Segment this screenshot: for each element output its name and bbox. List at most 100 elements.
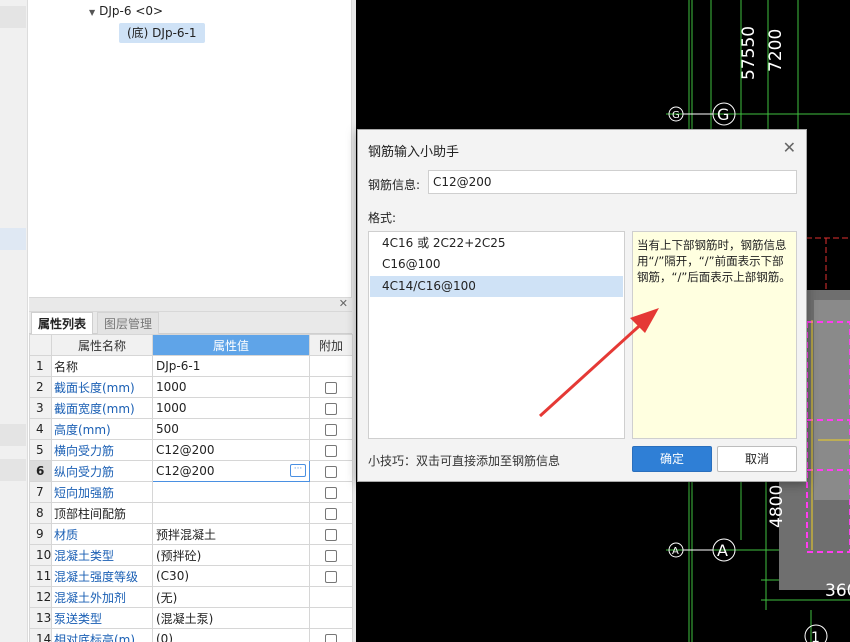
extra-cell xyxy=(309,523,353,545)
format-item-selected[interactable]: 4C14/C16@100 xyxy=(370,276,623,297)
property-value[interactable]: 1000 xyxy=(152,397,310,419)
property-value[interactable]: 预拌混凝土 xyxy=(152,523,310,545)
property-value-text: C12@200 xyxy=(156,464,215,478)
column-header-extra[interactable]: 附加 xyxy=(309,334,353,356)
property-value[interactable]: (0) xyxy=(152,628,310,642)
property-value[interactable]: C12@200 ··· xyxy=(152,460,310,482)
row-index: 2 xyxy=(29,376,52,398)
property-value[interactable]: C12@200 xyxy=(152,439,310,461)
property-panel: ✕ 属性列表 图层管理 属性名称 属性值 附加 1 名称 DJp-6-1 2 截面长度(… xyxy=(29,297,353,642)
format-list[interactable]: 4C16 或 2C22+2C25 C16@100 4C14/C16@100 xyxy=(368,231,625,439)
extra-checkbox[interactable] xyxy=(325,423,337,436)
row-index: 3 xyxy=(29,397,52,419)
row-index: 4 xyxy=(29,418,52,440)
extra-checkbox[interactable] xyxy=(325,444,337,457)
row-index: 7 xyxy=(29,481,52,503)
extra-checkbox[interactable] xyxy=(325,528,337,541)
row-index: 1 xyxy=(29,355,52,377)
extra-checkbox[interactable] xyxy=(325,570,337,583)
property-name: 截面宽度(mm) xyxy=(51,397,153,419)
extra-checkbox[interactable] xyxy=(325,402,337,415)
ok-button[interactable]: 确定 xyxy=(632,446,712,472)
ellipsis-icon[interactable]: ··· xyxy=(290,464,306,477)
property-name: 纵向受力筋 xyxy=(51,460,153,482)
dim-label-7200: 7200 xyxy=(766,29,786,72)
property-value[interactable]: (无) xyxy=(152,586,310,608)
panel-close-icon[interactable]: ✕ xyxy=(339,297,348,310)
extra-cell xyxy=(309,460,353,482)
property-row[interactable]: 9 材质 预拌混凝土 xyxy=(29,523,353,545)
axis-label-1: 1 xyxy=(811,630,820,642)
property-value-text: (无) xyxy=(156,590,178,605)
property-row[interactable]: 10 混凝土类型 (预拌砼) xyxy=(29,544,353,566)
extra-checkbox[interactable] xyxy=(325,549,337,562)
rebar-info-input[interactable] xyxy=(428,170,797,194)
expand-caret-icon[interactable]: ▼ xyxy=(89,4,95,22)
property-row[interactable]: 12 混凝土外加剂 (无) xyxy=(29,586,353,608)
row-index: 10 xyxy=(29,544,52,566)
extra-cell xyxy=(309,376,353,398)
extra-checkbox[interactable] xyxy=(325,381,337,394)
property-row[interactable]: 5 横向受力筋 C12@200 xyxy=(29,439,353,461)
row-index: 5 xyxy=(29,439,52,461)
extra-checkbox[interactable] xyxy=(325,507,337,520)
dim-label-4800: 4800 xyxy=(767,485,787,528)
property-row[interactable]: 13 泵送类型 (混凝土泵) xyxy=(29,607,353,629)
strip-block-selected[interactable] xyxy=(0,228,26,250)
property-value[interactable] xyxy=(152,502,310,524)
close-icon[interactable]: ✕ xyxy=(783,138,796,157)
property-value-text: (0) xyxy=(156,632,173,642)
property-name: 短向加强筋 xyxy=(51,481,153,503)
column-header-value[interactable]: 属性值 xyxy=(152,334,310,356)
strip-block xyxy=(0,459,26,481)
property-value-text: (预拌砼) xyxy=(156,548,202,563)
row-index: 12 xyxy=(29,586,52,608)
tree-leaf-djp6-1[interactable]: (底) DJp-6-1 xyxy=(119,23,205,43)
property-value[interactable]: (预拌砼) xyxy=(152,544,310,566)
left-toolstrip xyxy=(0,0,28,642)
property-row[interactable]: 7 短向加强筋 xyxy=(29,481,353,503)
property-value[interactable]: 500 xyxy=(152,418,310,440)
axis-label-g: G xyxy=(717,105,729,124)
property-value[interactable]: DJp-6-1 xyxy=(152,355,310,377)
extra-checkbox[interactable] xyxy=(325,486,337,499)
property-row[interactable]: 6 纵向受力筋 C12@200 ··· xyxy=(29,460,353,482)
extra-cell xyxy=(309,565,353,587)
row-index: 9 xyxy=(29,523,52,545)
property-name: 横向受力筋 xyxy=(51,439,153,461)
tab-property-list[interactable]: 属性列表 xyxy=(31,312,94,334)
tree-node-djp6[interactable]: ▼ DJp-6 <0> xyxy=(89,2,163,20)
property-value[interactable]: (混凝土泵) xyxy=(152,607,310,629)
property-name: 混凝土类型 xyxy=(51,544,153,566)
cancel-button[interactable]: 取消 xyxy=(717,446,797,472)
property-name: 名称 xyxy=(51,355,153,377)
property-name: 混凝土外加剂 xyxy=(51,586,153,608)
property-name: 高度(mm) xyxy=(51,418,153,440)
extra-cell xyxy=(309,586,353,608)
property-row[interactable]: 14 相对底标高(m) (0) xyxy=(29,628,353,642)
axis-label-g-small: G xyxy=(672,110,680,121)
panel-tabs: 属性列表 图层管理 xyxy=(29,312,352,334)
tab-layer-management[interactable]: 图层管理 xyxy=(97,312,160,334)
property-row[interactable]: 4 高度(mm) 500 xyxy=(29,418,353,440)
column-header-name[interactable]: 属性名称 xyxy=(51,334,153,356)
format-item[interactable]: 4C16 或 2C22+2C25 xyxy=(370,233,623,254)
property-row[interactable]: 8 顶部柱间配筋 xyxy=(29,502,353,524)
extra-checkbox[interactable] xyxy=(325,465,337,478)
property-row[interactable]: 3 截面宽度(mm) 1000 xyxy=(29,397,353,419)
property-row[interactable]: 2 截面长度(mm) 1000 xyxy=(29,376,353,398)
extra-cell xyxy=(309,418,353,440)
property-row[interactable]: 11 混凝土强度等级 (C30) xyxy=(29,565,353,587)
property-value[interactable] xyxy=(152,481,310,503)
format-item[interactable]: C16@100 xyxy=(370,254,623,275)
property-name: 材质 xyxy=(51,523,153,545)
tip-hint-text: 小技巧：双击可直接添加至钢筋信息 xyxy=(368,454,561,468)
property-row[interactable]: 1 名称 DJp-6-1 xyxy=(29,355,353,377)
property-value[interactable]: (C30) xyxy=(152,565,310,587)
axis-label-a: A xyxy=(717,541,728,560)
format-tip-box: 当有上下部钢筋时，钢筋信息用“/”隔开，“/”前面表示下部钢筋，“/”后面表示上… xyxy=(632,231,797,439)
property-name: 顶部柱间配筋 xyxy=(51,502,153,524)
extra-checkbox[interactable] xyxy=(325,633,337,642)
row-index: 13 xyxy=(29,607,52,629)
property-value[interactable]: 1000 xyxy=(152,376,310,398)
